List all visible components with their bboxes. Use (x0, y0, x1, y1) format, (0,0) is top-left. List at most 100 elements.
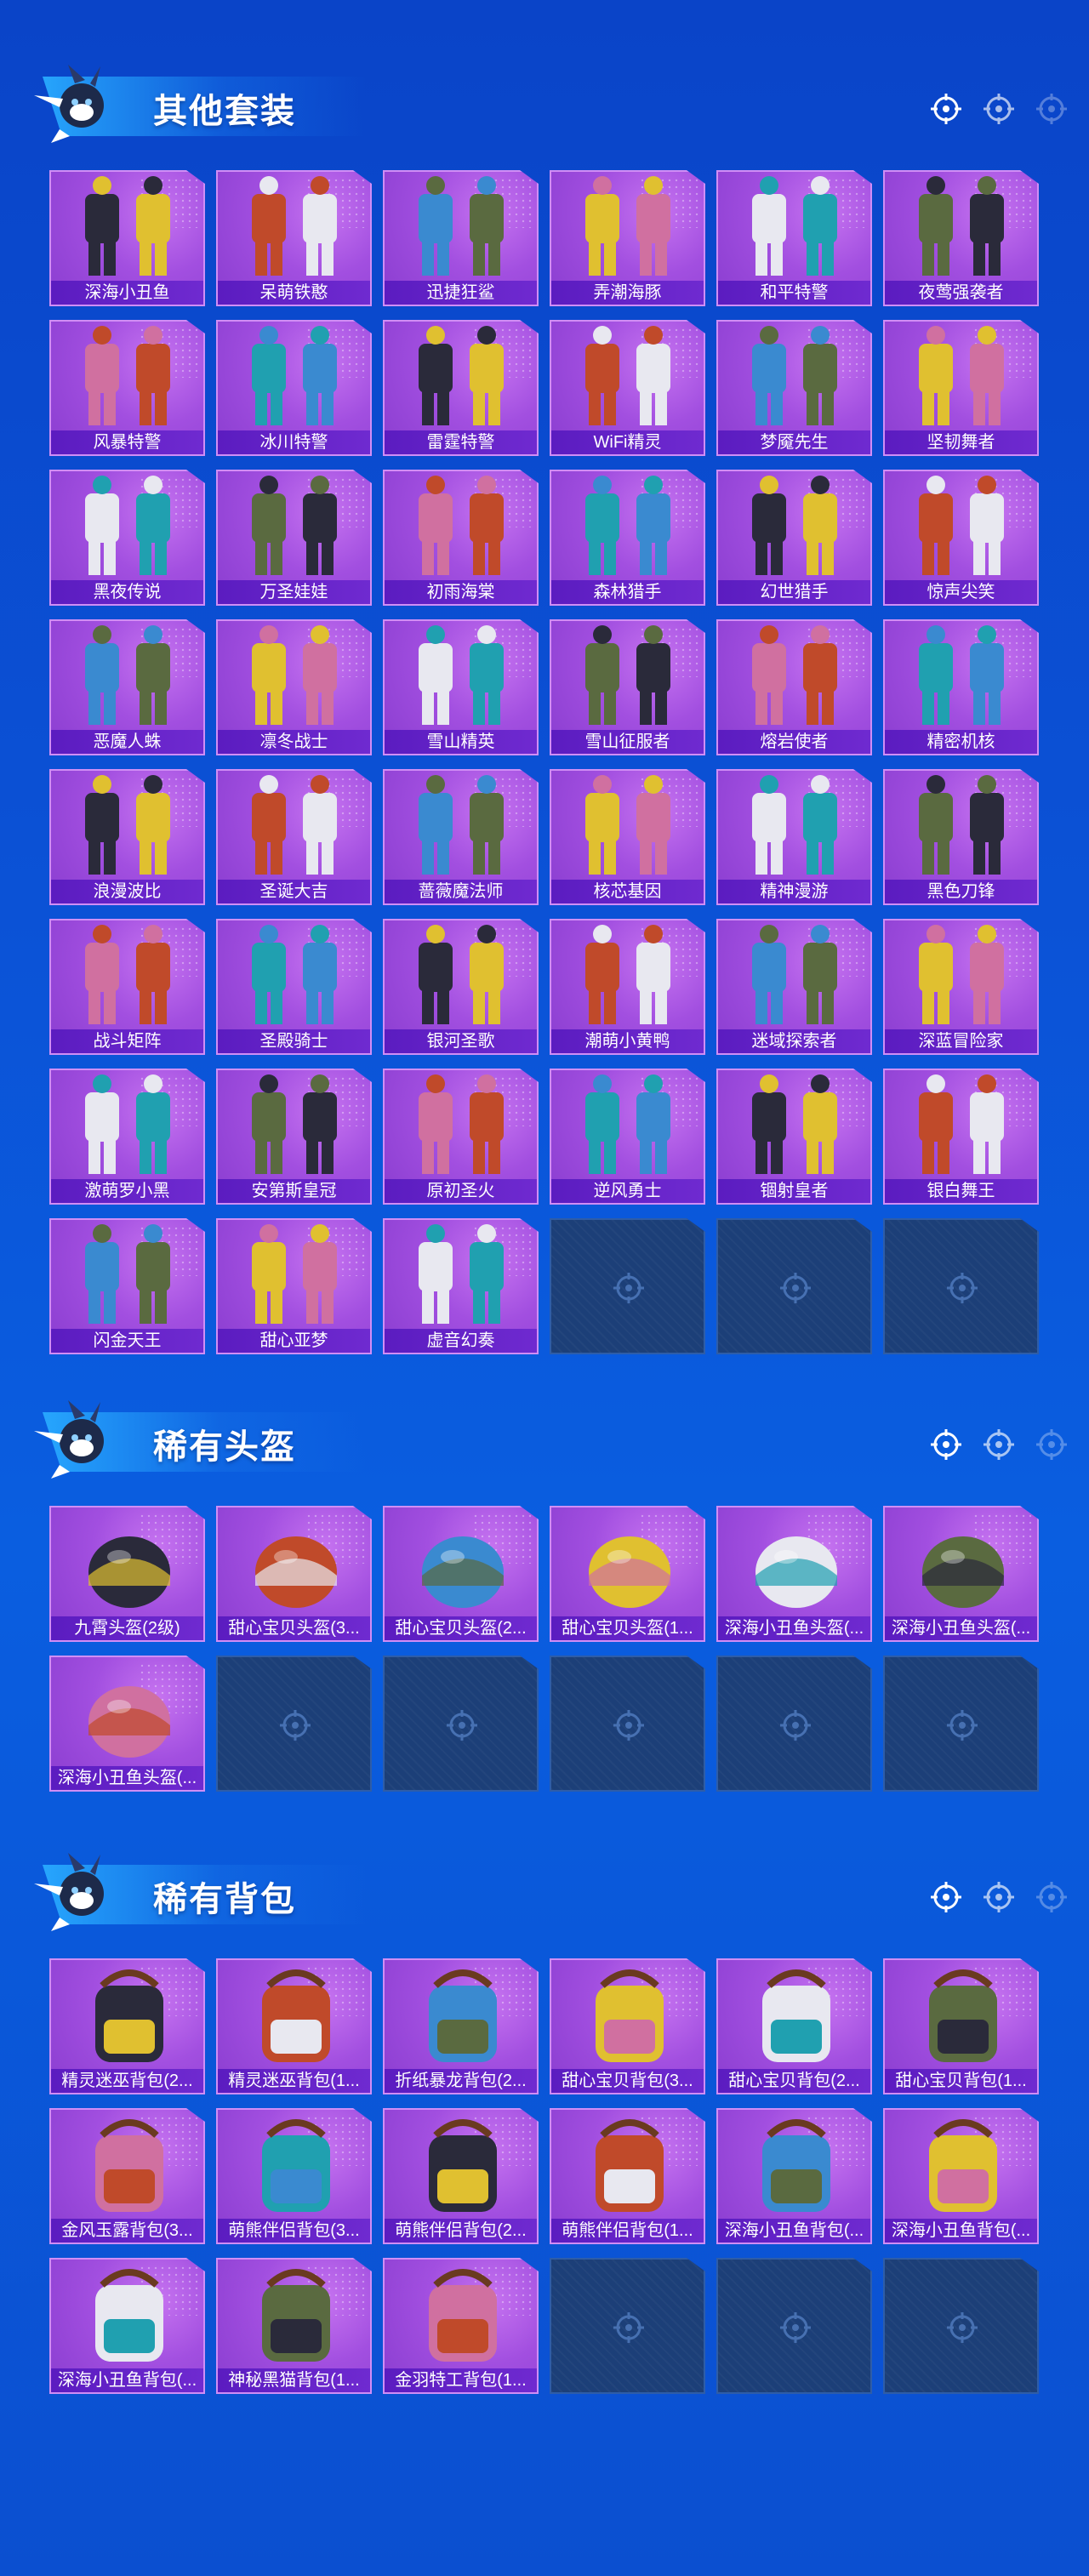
item-card[interactable]: 闪金天王 (49, 1218, 205, 1354)
item-label: WiFi精灵 (551, 430, 704, 454)
item-card[interactable]: 锢射皇者 (716, 1069, 872, 1205)
section-header: 稀有头盔 (0, 1378, 1089, 1480)
item-card[interactable]: 夜莺强袭者 (883, 170, 1039, 306)
item-card-frame: 深蓝冒险家 (883, 919, 1039, 1055)
item-image (755, 1536, 837, 1608)
item-card[interactable]: 风暴特警 (49, 320, 205, 456)
crosshair-icon (947, 1273, 978, 1303)
item-card-frame: 精灵迷巫背包(1... (216, 1958, 372, 2094)
item-card[interactable]: 逆风勇士 (550, 1069, 705, 1205)
item-card[interactable]: 银河圣歌 (383, 919, 539, 1055)
item-card-frame: 风暴特警 (49, 320, 205, 456)
item-card[interactable]: 深海小丑鱼背包(... (883, 2108, 1039, 2244)
header-decoration (929, 1428, 1069, 1462)
item-label: 迅捷狂鲨 (385, 281, 537, 305)
empty-slot-frame (716, 2258, 872, 2394)
item-card[interactable]: 幻世猎手 (716, 470, 872, 606)
item-card-frame: 万圣娃娃 (216, 470, 372, 606)
item-image (262, 1969, 330, 2062)
crosshair-icon (613, 1710, 644, 1741)
item-label: 神秘黑猫背包(1... (218, 2368, 370, 2392)
item-card[interactable]: 甜心宝贝头盔(1... (550, 1506, 705, 1642)
item-card-frame: 核芯基因 (550, 769, 705, 905)
crosshair-icon (1036, 1882, 1067, 1912)
item-card[interactable]: 原初圣火 (383, 1069, 539, 1205)
item-image (919, 1074, 1004, 1174)
item-card[interactable]: 森林猎手 (550, 470, 705, 606)
item-card[interactable]: 深海小丑鱼背包(... (49, 2258, 205, 2394)
item-card[interactable]: 弄潮海豚 (550, 170, 705, 306)
item-card[interactable]: 安第斯皇冠 (216, 1069, 372, 1205)
item-card[interactable]: 浪漫波比 (49, 769, 205, 905)
item-image (596, 2119, 664, 2212)
item-card[interactable]: 甜心亚梦 (216, 1218, 372, 1354)
item-card[interactable]: 萌熊伴侣背包(3... (216, 2108, 372, 2244)
item-card[interactable]: 深海小丑鱼头盔(... (49, 1656, 205, 1792)
empty-slot (883, 1218, 1039, 1354)
item-card[interactable]: 精灵迷巫背包(1... (216, 1958, 372, 2094)
item-image (85, 925, 170, 1024)
item-image (85, 1224, 170, 1324)
item-card[interactable]: 深海小丑鱼背包(... (716, 2108, 872, 2244)
item-card[interactable]: 甜心宝贝背包(3... (550, 1958, 705, 2094)
item-label: 迷域探索者 (718, 1029, 870, 1053)
section-title: 稀有背包 (153, 1881, 296, 1918)
item-card[interactable]: 黑夜传说 (49, 470, 205, 606)
item-card[interactable]: 惊声尖笑 (883, 470, 1039, 606)
item-card[interactable]: 蔷薇魔法师 (383, 769, 539, 905)
item-card-frame: 初雨海棠 (383, 470, 539, 606)
item-card[interactable]: 金风玉露背包(3... (49, 2108, 205, 2244)
item-card[interactable]: 战斗矩阵 (49, 919, 205, 1055)
crosshair-icon (780, 2312, 811, 2343)
item-card[interactable]: 虚音幻奏 (383, 1218, 539, 1354)
item-card[interactable]: 深海小丑鱼头盔(... (883, 1506, 1039, 1642)
item-card[interactable]: 金羽特工背包(1... (383, 2258, 539, 2394)
item-card-frame: WiFi精灵 (550, 320, 705, 456)
item-card[interactable]: 潮萌小黄鸭 (550, 919, 705, 1055)
item-card[interactable]: 甜心宝贝头盔(3... (216, 1506, 372, 1642)
item-card[interactable]: 神秘黑猫背包(1... (216, 2258, 372, 2394)
item-card[interactable]: 梦魇先生 (716, 320, 872, 456)
item-card[interactable]: 熔岩使者 (716, 619, 872, 755)
item-image (419, 925, 504, 1024)
item-card[interactable]: 圣殿骑士 (216, 919, 372, 1055)
item-card[interactable]: 雪山精英 (383, 619, 539, 755)
item-card[interactable]: 甜心宝贝背包(2... (716, 1958, 872, 2094)
item-card[interactable]: 银白舞王 (883, 1069, 1039, 1205)
item-card[interactable]: 激萌罗小黑 (49, 1069, 205, 1205)
item-card[interactable]: 初雨海棠 (383, 470, 539, 606)
crosshair-icon (447, 1710, 477, 1741)
item-card[interactable]: 核芯基因 (550, 769, 705, 905)
item-card[interactable]: 深海小丑鱼头盔(... (716, 1506, 872, 1642)
item-card[interactable]: 折纸暴龙背包(2... (383, 1958, 539, 2094)
item-card[interactable]: 精灵迷巫背包(2... (49, 1958, 205, 2094)
item-card[interactable]: 甜心宝贝头盔(2... (383, 1506, 539, 1642)
item-card[interactable]: 萌熊伴侣背包(2... (383, 2108, 539, 2244)
item-card[interactable]: 甜心宝贝背包(1... (883, 1958, 1039, 2094)
item-card[interactable]: 深蓝冒险家 (883, 919, 1039, 1055)
item-card[interactable]: 雪山征服者 (550, 619, 705, 755)
item-card[interactable]: 精神漫游 (716, 769, 872, 905)
item-card[interactable]: 圣诞大吉 (216, 769, 372, 905)
item-card[interactable]: 萌熊伴侣背包(1... (550, 2108, 705, 2244)
item-card-frame: 潮萌小黄鸭 (550, 919, 705, 1055)
item-card[interactable]: 呆萌铁憨 (216, 170, 372, 306)
item-image (262, 2269, 330, 2362)
item-card[interactable]: 万圣娃娃 (216, 470, 372, 606)
empty-slot (383, 1656, 539, 1792)
item-card[interactable]: 深海小丑鱼 (49, 170, 205, 306)
item-card[interactable]: 黑色刀锋 (883, 769, 1039, 905)
item-label: 萌熊伴侣背包(3... (218, 2219, 370, 2243)
item-card[interactable]: 凛冬战士 (216, 619, 372, 755)
item-card[interactable]: 九霄头盔(2级) (49, 1506, 205, 1642)
item-card[interactable]: WiFi精灵 (550, 320, 705, 456)
item-card[interactable]: 迷域探索者 (716, 919, 872, 1055)
item-card[interactable]: 恶魔人蛛 (49, 619, 205, 755)
item-card[interactable]: 迅捷狂鲨 (383, 170, 539, 306)
item-card[interactable]: 和平特警 (716, 170, 872, 306)
item-card-frame: 圣殿骑士 (216, 919, 372, 1055)
item-card[interactable]: 雷霆特警 (383, 320, 539, 456)
item-card[interactable]: 精密机核 (883, 619, 1039, 755)
item-card[interactable]: 冰川特警 (216, 320, 372, 456)
item-card[interactable]: 坚韧舞者 (883, 320, 1039, 456)
